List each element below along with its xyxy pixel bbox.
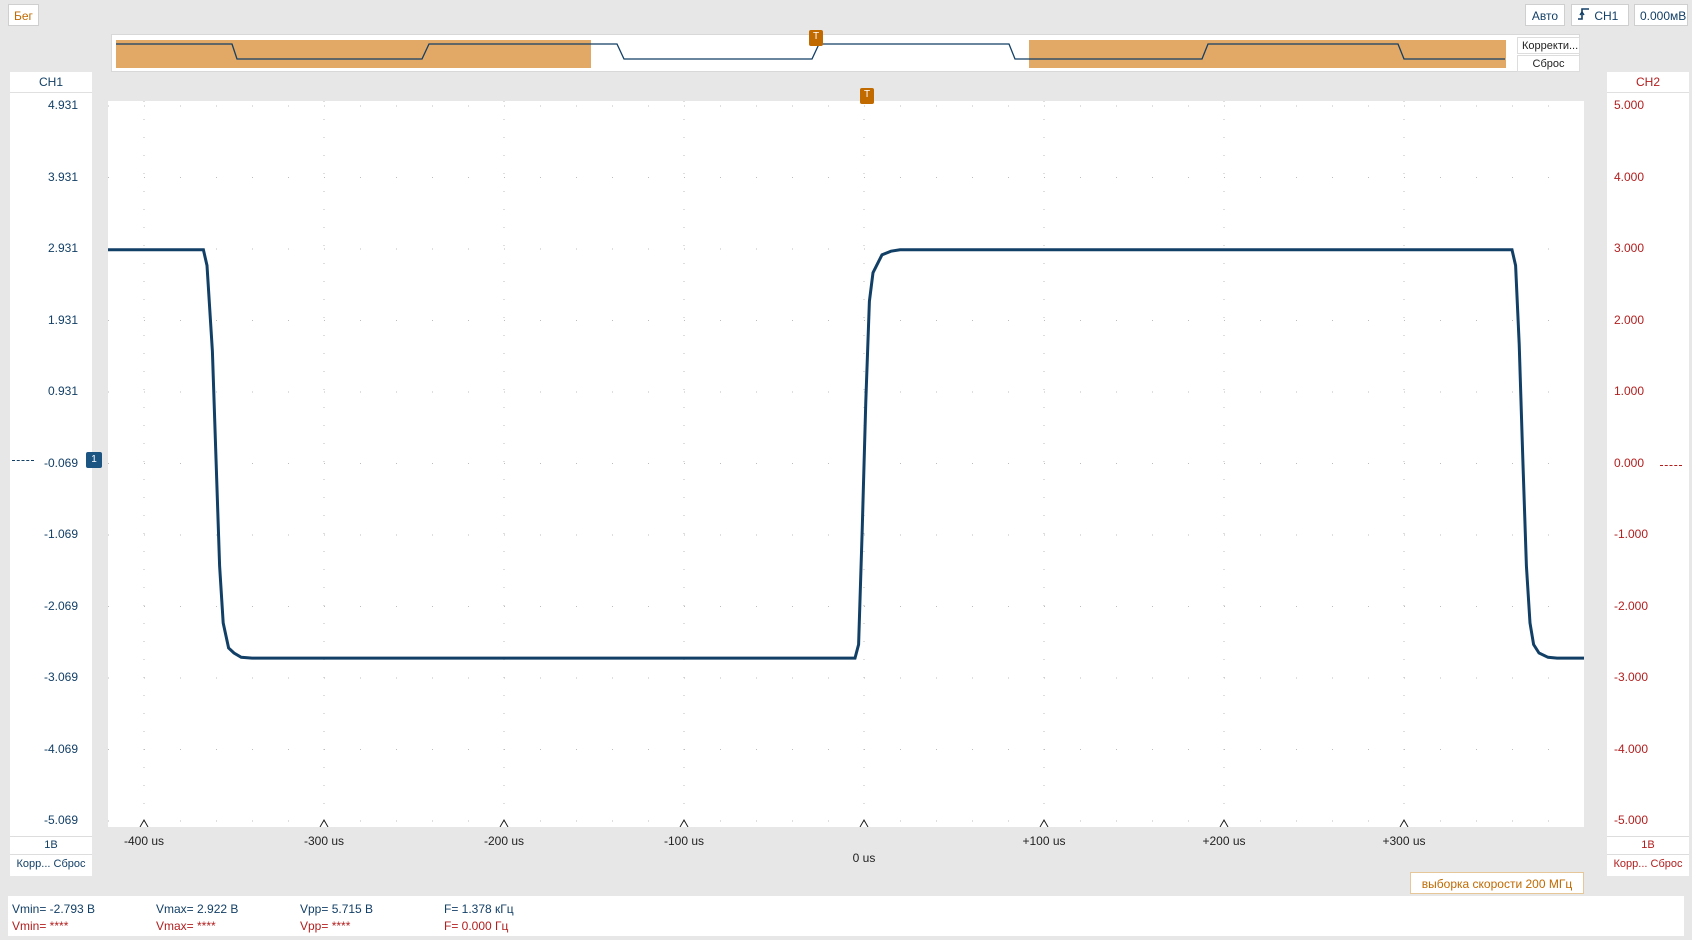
run-stop-button[interactable]: Бег bbox=[8, 4, 39, 26]
ch1-vmin: Vmin= -2.793 В bbox=[12, 902, 96, 916]
ch2-y-tick-label: 2.000 bbox=[1614, 312, 1645, 327]
ch1-y-tick-label: 1.931 bbox=[47, 312, 78, 327]
ch2-y-tick-label: -4.000 bbox=[1614, 741, 1649, 756]
x-tick-label: -200 us bbox=[483, 834, 525, 848]
trigger-source-button[interactable]: CH1 bbox=[1571, 4, 1629, 26]
ch2-y-tick-label: 0.000 bbox=[1614, 455, 1645, 470]
x-tick-label: -300 us bbox=[303, 834, 345, 848]
x-tick-label: -100 us bbox=[663, 834, 705, 848]
ch2-correct-reset[interactable]: Корр... Сброс bbox=[1607, 856, 1689, 872]
overview-trigger-marker[interactable]: T bbox=[809, 30, 823, 46]
x-tick-label: -400 us bbox=[123, 834, 165, 848]
sample-rate-label: выборка скорости 200 МГц bbox=[1410, 872, 1584, 894]
ch2-y-tick-label: -3.000 bbox=[1614, 670, 1649, 684]
ch1-freq: F= 1.378 кГц bbox=[444, 902, 514, 916]
x-tick-label: +300 us bbox=[1382, 834, 1426, 848]
trigger-mode-button[interactable]: Авто bbox=[1525, 4, 1565, 26]
ch2-scale[interactable]: 1В bbox=[1607, 836, 1689, 855]
ch1-y-tick-label: -0.069 bbox=[43, 455, 78, 470]
ch2-offset-dash bbox=[1660, 465, 1682, 466]
ch1-ground-marker[interactable]: 1 bbox=[86, 452, 102, 468]
ch1-vmax: Vmax= 2.922 В bbox=[156, 902, 239, 916]
overview-correct-button[interactable]: Корректи... bbox=[1517, 37, 1580, 54]
ch1-y-tick-label: -3.069 bbox=[43, 670, 78, 684]
ch2-header[interactable]: CH2 bbox=[1607, 72, 1689, 93]
ch1-y-tick-label: 3.931 bbox=[47, 169, 78, 184]
waveform-plot[interactable] bbox=[108, 101, 1584, 827]
ch1-scale[interactable]: 1В bbox=[10, 836, 92, 855]
ch1-vpp: Vpp= 5.715 В bbox=[300, 902, 374, 916]
ch2-vmax: Vmax= **** bbox=[156, 919, 216, 933]
ch2-y-tick-label: 1.000 bbox=[1614, 384, 1645, 398]
ch1-y-tick-label: 0.931 bbox=[47, 384, 78, 398]
ch2-vmin: Vmin= **** bbox=[12, 919, 69, 933]
ch1-y-tick-label: 4.931 bbox=[47, 98, 78, 112]
ch2-freq: F= 0.000 Гц bbox=[444, 919, 509, 933]
ch2-vpp: Vpp= **** bbox=[300, 919, 351, 933]
rising-edge-icon bbox=[1577, 6, 1591, 28]
overview-reset-button[interactable]: Сброс bbox=[1517, 55, 1580, 72]
ch1-y-tick-label: 2.931 bbox=[47, 241, 78, 255]
ch1-trace bbox=[108, 248, 1584, 660]
ch2-y-tick-label: -1.000 bbox=[1614, 527, 1649, 541]
ch1-header[interactable]: CH1 bbox=[10, 72, 92, 93]
ch2-y-tick-label: 5.000 bbox=[1614, 98, 1645, 112]
ch2-y-tick-label: -2.000 bbox=[1614, 598, 1649, 613]
ch1-y-tick-label: -5.069 bbox=[43, 813, 78, 827]
x-tick-label: +100 us bbox=[1022, 834, 1066, 848]
measurements-panel: Vmin= -2.793 В Vmax= 2.922 В Vpp= 5.715 … bbox=[8, 896, 1684, 936]
ch1-offset-dash bbox=[12, 460, 34, 461]
waveform-overview[interactable] bbox=[111, 34, 1580, 72]
ch2-y-tick-label: 4.000 bbox=[1614, 169, 1645, 184]
ch2-y-tick-label: 3.000 bbox=[1614, 241, 1645, 255]
ch1-y-tick-label: -4.069 bbox=[43, 741, 78, 756]
ch1-y-tick-label: -2.069 bbox=[43, 598, 78, 613]
trigger-channel-label: CH1 bbox=[1594, 9, 1619, 23]
plot-trigger-marker[interactable]: T bbox=[860, 88, 874, 104]
x-tick-label: 0 us bbox=[852, 851, 876, 865]
ch1-correct-reset[interactable]: Корр... Сброс bbox=[10, 856, 92, 872]
ch2-y-tick-label: -5.000 bbox=[1614, 813, 1649, 827]
ch1-y-tick-label: -1.069 bbox=[43, 527, 78, 541]
trigger-level-button[interactable]: 0.000мВ bbox=[1634, 4, 1688, 26]
x-tick-label: +200 us bbox=[1202, 834, 1246, 848]
